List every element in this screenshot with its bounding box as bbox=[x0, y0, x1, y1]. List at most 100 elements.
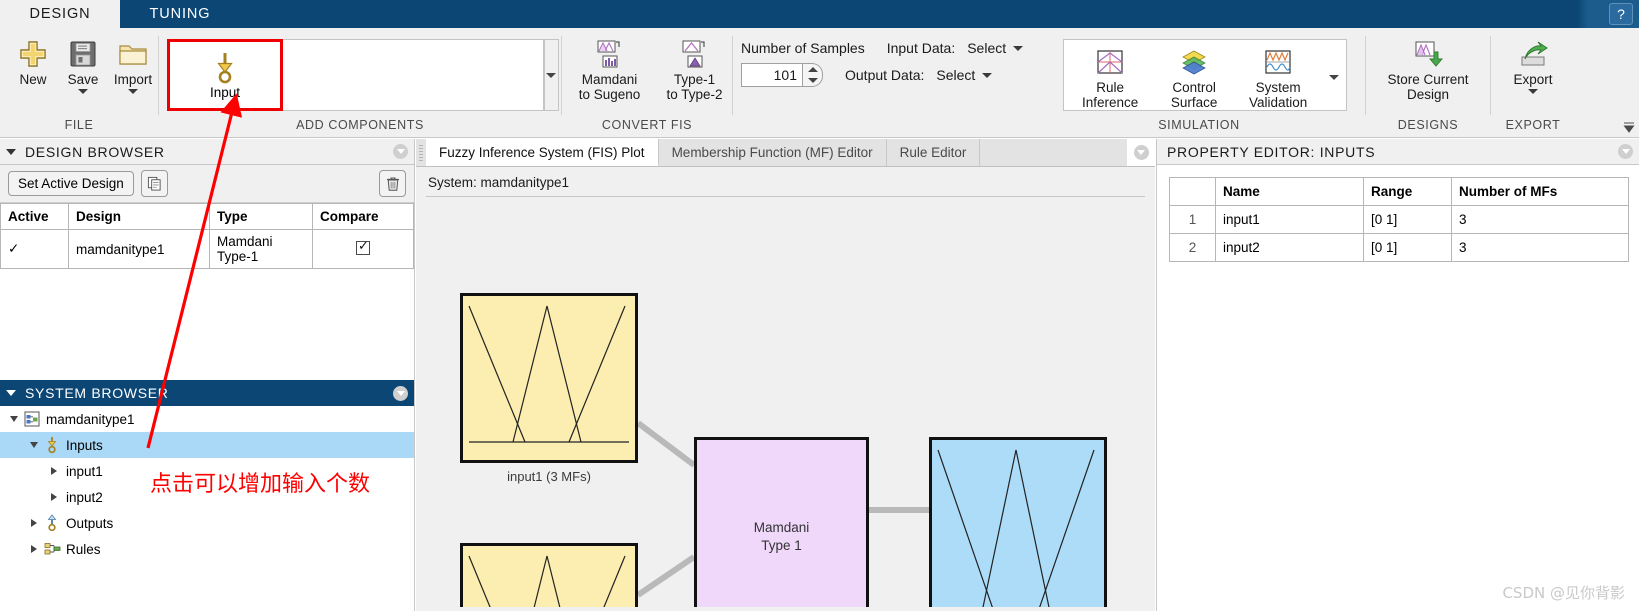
cell-name[interactable]: input2 bbox=[1215, 233, 1364, 262]
ribbon-group-convert-fis: Mamdani to Sugeno Type-1 to Type-2 CONVE… bbox=[562, 28, 732, 138]
system-validation-button[interactable]: System Validation bbox=[1236, 42, 1320, 110]
expand-caret-icon[interactable] bbox=[6, 416, 22, 422]
delete-design-button[interactable] bbox=[379, 170, 406, 197]
ribbon-group-designs-label: DESIGNS bbox=[1397, 118, 1459, 132]
add-input-button[interactable]: Input bbox=[167, 39, 283, 111]
new-button[interactable]: New bbox=[8, 34, 58, 87]
tree-label-input1: input1 bbox=[66, 463, 103, 479]
rule-inference-icon bbox=[1097, 50, 1123, 74]
tree-label-outputs: Outputs bbox=[66, 515, 114, 531]
tab-mf-editor[interactable]: Membership Function (MF) Editor bbox=[658, 139, 887, 166]
fis-block-output1[interactable] bbox=[929, 437, 1107, 607]
stepper-up-icon[interactable] bbox=[807, 67, 818, 72]
type1-to-type2-label-line1: Type-1 bbox=[673, 72, 716, 87]
design-browser-collapse-caret-icon[interactable] bbox=[6, 148, 16, 155]
folder-icon bbox=[119, 45, 147, 65]
import-dropdown-caret-icon[interactable] bbox=[128, 89, 138, 94]
number-of-samples-stepper[interactable] bbox=[803, 63, 823, 87]
expand-caret-icon[interactable] bbox=[26, 545, 42, 553]
inputs-property-table: Name Range Number of MFs 1 input1 [0 1] … bbox=[1169, 177, 1629, 262]
design-browser-options-button[interactable] bbox=[393, 144, 408, 159]
output-data-select[interactable]: Output Data: Select bbox=[845, 67, 993, 83]
tab-drag-handle[interactable] bbox=[416, 139, 426, 166]
fis-block-input1[interactable] bbox=[460, 293, 638, 463]
property-header-row: Name Range Number of MFs bbox=[1169, 177, 1629, 206]
collapse-ribbon-button[interactable] bbox=[1621, 119, 1637, 135]
ribbon-group-add-components: Input ADD COMPONENTS bbox=[159, 28, 561, 138]
type1-to-type2-label-line2: to Type-2 bbox=[666, 87, 723, 102]
input2-mf-plot bbox=[468, 555, 626, 607]
cell-mfs[interactable]: 3 bbox=[1451, 233, 1629, 262]
engine-label-line2: Type 1 bbox=[761, 538, 802, 553]
property-editor-options-button[interactable] bbox=[1618, 144, 1633, 159]
compare-checkbox[interactable] bbox=[356, 238, 370, 255]
expand-caret-icon[interactable] bbox=[46, 493, 62, 501]
tree-label-mamdanitype1: mamdanitype1 bbox=[46, 411, 135, 427]
import-button[interactable]: Import bbox=[108, 34, 158, 94]
export-dropdown-caret-icon[interactable] bbox=[1528, 89, 1538, 94]
type1-to-type2-icon bbox=[682, 40, 705, 68]
cell-mfs[interactable]: 3 bbox=[1451, 205, 1629, 234]
col-type: Type bbox=[209, 203, 313, 230]
help-icon[interactable]: ? bbox=[1609, 3, 1633, 25]
tab-fis-plot[interactable]: Fuzzy Inference System (FIS) Plot bbox=[426, 139, 659, 166]
store-design-icon bbox=[1415, 41, 1443, 67]
mamdani-to-sugeno-label-line1: Mamdani bbox=[581, 72, 638, 87]
mamdani-to-sugeno-button[interactable]: Mamdani to Sugeno bbox=[572, 34, 647, 102]
copy-design-button[interactable] bbox=[140, 170, 168, 197]
export-button[interactable]: Export bbox=[1497, 34, 1569, 94]
number-of-samples-input[interactable]: 101 bbox=[741, 63, 803, 87]
simulation-gallery: Rule Inference Control Surface System Va… bbox=[1063, 39, 1348, 111]
copy-icon bbox=[147, 176, 161, 191]
store-current-design-button[interactable]: Store Current Design bbox=[1369, 34, 1487, 102]
cell-range[interactable]: [0 1] bbox=[1363, 205, 1452, 234]
system-browser-collapse-caret-icon[interactable] bbox=[6, 390, 16, 396]
watermark-text: CSDN @见你背影 bbox=[1502, 584, 1625, 602]
cell-range[interactable]: [0 1] bbox=[1363, 233, 1452, 262]
table-row[interactable]: ✓ mamdanitype1 Mamdani Type-1 bbox=[0, 229, 414, 269]
system-browser-header: SYSTEM BROWSER bbox=[0, 380, 414, 406]
cell-name[interactable]: input1 bbox=[1215, 205, 1364, 234]
tab-tuning[interactable]: TUNING bbox=[120, 0, 240, 28]
table-row[interactable]: 2 input2 [0 1] 3 bbox=[1169, 233, 1629, 262]
input-data-label: Input Data: bbox=[886, 40, 956, 56]
fis-diagram-canvas[interactable]: input1 (3 MFs) Mamdani Type 1 bbox=[416, 197, 1155, 607]
design-browser-table: Active Design Type Compare ✓ mamdanitype… bbox=[0, 203, 414, 269]
tree-node-inputs[interactable]: Inputs bbox=[0, 432, 414, 458]
help-region: ? bbox=[1577, 0, 1639, 28]
number-of-samples-label: Number of Samples bbox=[741, 40, 865, 56]
type1-to-type2-button[interactable]: Type-1 to Type-2 bbox=[657, 34, 732, 102]
tab-rule-editor[interactable]: Rule Editor bbox=[886, 139, 981, 166]
rule-inference-button[interactable]: Rule Inference bbox=[1068, 42, 1152, 110]
add-components-gallery: Input bbox=[167, 39, 544, 111]
control-surface-label-line1: Control bbox=[1172, 80, 1216, 95]
expand-caret-icon[interactable] bbox=[26, 519, 42, 527]
system-validation-label-line2: Validation bbox=[1248, 95, 1308, 110]
tab-design[interactable]: DESIGN bbox=[0, 0, 120, 28]
close-tab-button[interactable] bbox=[1127, 139, 1155, 166]
ribbon-toolbar: New Save Import FILE Input ADD COMPONENT… bbox=[0, 28, 1639, 138]
save-dropdown-caret-icon[interactable] bbox=[78, 89, 88, 94]
table-row[interactable]: 1 input1 [0 1] 3 bbox=[1169, 205, 1629, 234]
control-surface-button[interactable]: Control Surface bbox=[1152, 42, 1236, 110]
save-button[interactable]: Save bbox=[58, 34, 108, 94]
ribbon-group-file: New Save Import FILE bbox=[0, 28, 158, 138]
expand-caret-icon[interactable] bbox=[46, 467, 62, 475]
new-button-label: New bbox=[19, 72, 47, 87]
design-browser-header-row: Active Design Type Compare bbox=[0, 203, 414, 230]
stepper-down-icon[interactable] bbox=[807, 78, 818, 83]
tree-node-outputs[interactable]: Outputs bbox=[0, 510, 414, 536]
tree-node-mamdanitype1[interactable]: mamdanitype1 bbox=[0, 406, 414, 432]
engine-label-line1: Mamdani bbox=[753, 520, 810, 535]
expand-caret-icon[interactable] bbox=[26, 442, 42, 448]
fis-block-engine[interactable]: Mamdani Type 1 bbox=[694, 437, 869, 607]
set-active-design-button[interactable]: Set Active Design bbox=[8, 171, 134, 196]
input-data-select[interactable]: Input Data: Select bbox=[886, 40, 1024, 56]
center-tab-bar: Fuzzy Inference System (FIS) Plot Member… bbox=[416, 139, 1155, 167]
fis-block-input2[interactable] bbox=[460, 543, 638, 607]
tree-node-rules[interactable]: Rules bbox=[0, 536, 414, 562]
input-data-value: Select bbox=[967, 40, 1007, 56]
simulation-gallery-expand-button[interactable] bbox=[1326, 66, 1342, 88]
system-browser-options-button[interactable] bbox=[393, 385, 408, 401]
gallery-expand-button[interactable] bbox=[543, 39, 559, 111]
